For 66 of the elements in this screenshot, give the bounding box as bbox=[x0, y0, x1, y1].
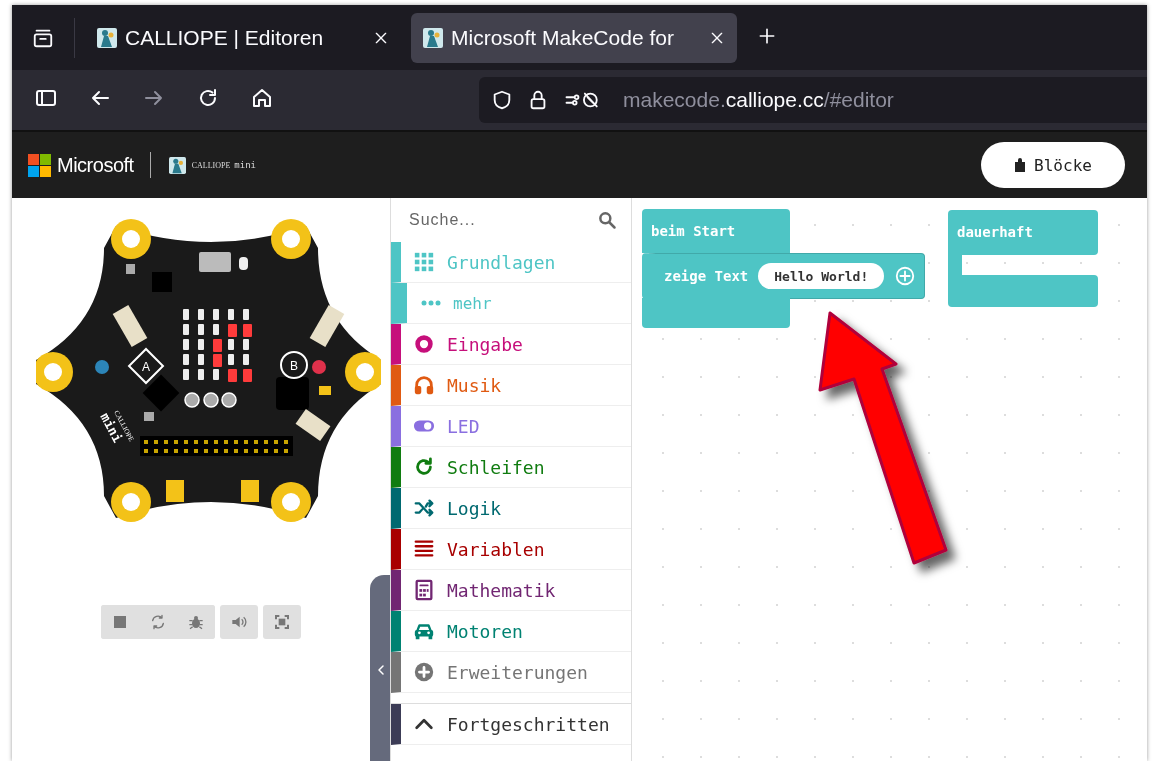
block-label: zeige Text bbox=[664, 268, 749, 284]
mounting-hole bbox=[35, 352, 73, 392]
toolbox-category[interactable]: Logik bbox=[391, 488, 631, 529]
plus-circle-icon bbox=[413, 661, 435, 683]
toolbox-category[interactable]: Erweiterungen bbox=[391, 652, 631, 693]
shield-icon[interactable] bbox=[491, 89, 513, 111]
lines-icon bbox=[413, 538, 435, 560]
chip bbox=[151, 272, 172, 292]
calculator-icon bbox=[413, 579, 435, 601]
calliope-logo-icon bbox=[168, 156, 186, 174]
favicon-icon[interactable] bbox=[97, 27, 117, 48]
brand-name: Microsoft bbox=[57, 153, 134, 177]
toolbox-category[interactable]: LED bbox=[391, 406, 631, 447]
product-suffix: mini bbox=[234, 160, 256, 170]
grid-icon bbox=[413, 251, 435, 273]
mounting-hole bbox=[110, 482, 151, 522]
shuffle-icon bbox=[413, 497, 435, 519]
mounting-hole bbox=[344, 352, 381, 392]
windows-logo-icon bbox=[28, 153, 51, 177]
toolbox-category[interactable]: Eingabe bbox=[391, 324, 631, 365]
sound-button[interactable] bbox=[220, 605, 258, 639]
target-icon bbox=[413, 333, 435, 355]
toolbox-category[interactable]: Musik bbox=[391, 365, 631, 406]
component bbox=[143, 412, 154, 421]
button-label: B bbox=[289, 359, 298, 373]
toolbox-category[interactable]: Schleifen bbox=[391, 447, 631, 488]
browser-tab[interactable]: CALLIOPE | Editoren bbox=[85, 12, 401, 63]
status-light bbox=[238, 257, 248, 270]
text-value-field[interactable]: Hello World! bbox=[758, 263, 885, 289]
address-bar[interactable]: makecode.calliope.cc/#editor bbox=[479, 77, 1147, 123]
button-marker bbox=[127, 347, 164, 385]
browser-tab[interactable]: Microsoft MakeCode for bbox=[411, 12, 737, 63]
component bbox=[318, 386, 331, 395]
chevron-left-icon bbox=[375, 662, 387, 678]
mounting-hole bbox=[270, 482, 311, 522]
fullscreen-icon bbox=[274, 614, 290, 630]
search-icon[interactable] bbox=[597, 210, 617, 230]
toolbox-category[interactable]: Fortgeschritten bbox=[391, 704, 631, 745]
mounting-hole bbox=[110, 219, 151, 259]
toolbox-category[interactable]: Variablen bbox=[391, 529, 631, 570]
dots-icon bbox=[421, 300, 441, 306]
loop-icon bbox=[413, 456, 435, 478]
speaker-icon bbox=[231, 614, 247, 630]
puzzle-icon bbox=[1014, 158, 1027, 172]
fullscreen-button[interactable] bbox=[263, 605, 301, 639]
component bbox=[125, 264, 135, 274]
usb-port bbox=[198, 252, 231, 272]
favicon-icon[interactable] bbox=[423, 27, 443, 48]
speaker bbox=[275, 377, 309, 410]
statement-block[interactable]: zeige Text Hello World! bbox=[642, 253, 926, 299]
blocks-mode-button[interactable]: Blöcke bbox=[981, 142, 1125, 188]
toolbox-category[interactable]: Motoren bbox=[391, 611, 631, 652]
stop-icon bbox=[114, 616, 126, 628]
search-field[interactable]: Suche... bbox=[407, 210, 597, 230]
button-label: A bbox=[141, 360, 150, 374]
product-name: CALLIOPE bbox=[191, 160, 231, 170]
collapse-handle[interactable] bbox=[370, 575, 392, 761]
restart-icon bbox=[150, 614, 166, 630]
button-marker bbox=[279, 351, 308, 379]
toolbox-category[interactable]: Mathematik bbox=[391, 570, 631, 611]
rgb-leds bbox=[183, 392, 237, 408]
home-icon[interactable] bbox=[250, 86, 274, 110]
headphones-icon bbox=[413, 374, 435, 396]
mounting-hole bbox=[270, 219, 311, 259]
url-text[interactable]: makecode.calliope.cc/#editor bbox=[623, 88, 894, 112]
bug-icon bbox=[188, 614, 204, 630]
